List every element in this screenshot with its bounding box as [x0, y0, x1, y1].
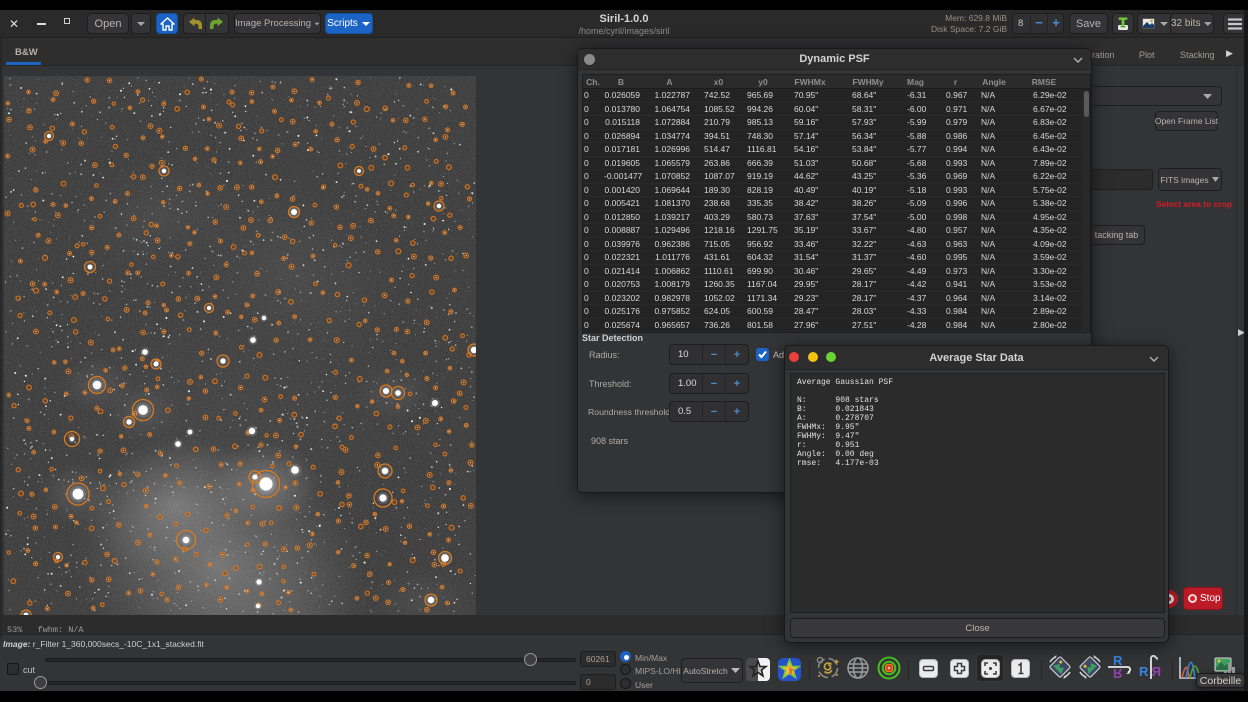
svg-text:R: R	[1151, 664, 1161, 679]
svg-text:R: R	[1113, 666, 1123, 680]
svg-text:R: R	[1113, 654, 1123, 668]
svg-text:R: R	[1139, 664, 1149, 679]
